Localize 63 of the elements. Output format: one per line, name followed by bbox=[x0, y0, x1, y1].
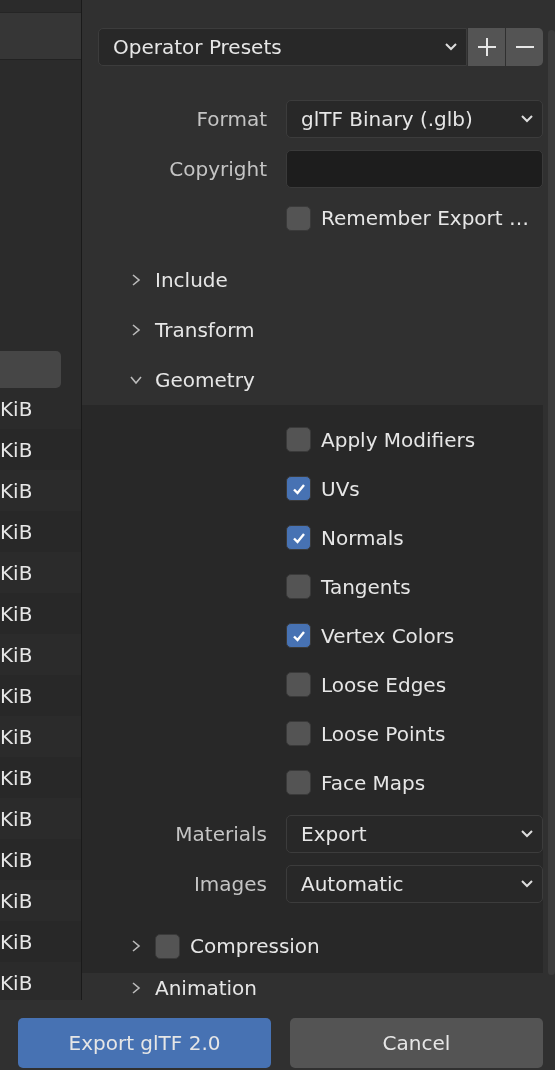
highlight-bar bbox=[0, 351, 61, 388]
section-header[interactable]: Include bbox=[82, 255, 543, 305]
minus-icon bbox=[514, 46, 535, 48]
field-label: Materials bbox=[174, 822, 268, 846]
dropdown[interactable]: Automatic bbox=[286, 865, 543, 903]
checkbox[interactable] bbox=[155, 933, 180, 959]
file-size: KiB bbox=[0, 601, 33, 626]
checkbox-label: Tangents bbox=[321, 574, 411, 599]
checkbox-label: Apply Modifiers bbox=[321, 427, 476, 452]
field-label: Copyright bbox=[168, 157, 268, 181]
checkbox[interactable] bbox=[286, 672, 311, 697]
file-size: KiB bbox=[0, 888, 33, 913]
checkbox-label: Loose Edges bbox=[321, 672, 447, 697]
file-size: KiB bbox=[0, 396, 33, 421]
checkbox[interactable] bbox=[286, 525, 311, 550]
file-size: KiB bbox=[0, 724, 33, 749]
section-header[interactable]: Transform bbox=[82, 305, 543, 355]
file-size: KiB bbox=[0, 642, 33, 667]
text-field[interactable] bbox=[286, 150, 543, 188]
add-preset-button[interactable] bbox=[468, 28, 505, 66]
checkbox[interactable] bbox=[286, 205, 311, 231]
file-size: KiB bbox=[0, 560, 33, 585]
file-size: KiB bbox=[0, 970, 33, 995]
chevron-icon bbox=[130, 274, 142, 286]
field-label: Images bbox=[192, 872, 268, 896]
export-button[interactable]: Export glTF 2.0 bbox=[18, 1018, 271, 1068]
checkbox[interactable] bbox=[286, 721, 311, 746]
file-size: KiB bbox=[0, 519, 33, 544]
checkbox[interactable] bbox=[286, 770, 311, 795]
checkbox-label: Face Maps bbox=[321, 770, 426, 795]
file-size: KiB bbox=[0, 765, 33, 790]
chevron-icon bbox=[130, 982, 142, 994]
section-header[interactable]: Animation bbox=[82, 973, 543, 1000]
checkbox-label: Loose Points bbox=[321, 721, 446, 746]
format-dropdown[interactable]: glTF Binary (.glb) bbox=[286, 100, 543, 138]
cancel-button[interactable]: Cancel bbox=[290, 1018, 543, 1068]
chevron-down-icon bbox=[520, 879, 534, 889]
chevron-icon bbox=[130, 940, 142, 952]
checkbox-label: UVs bbox=[321, 476, 360, 501]
remove-preset-button[interactable] bbox=[506, 28, 543, 66]
file-size: KiB bbox=[0, 437, 33, 462]
checkbox-label: Remember Export … bbox=[321, 206, 529, 230]
chevron-icon bbox=[130, 324, 142, 336]
file-size: KiB bbox=[0, 806, 33, 831]
field-label: Format bbox=[195, 107, 268, 131]
chevron-down-icon bbox=[520, 829, 534, 839]
plus-icon bbox=[476, 37, 497, 57]
chevron-down-icon bbox=[520, 114, 534, 124]
checkbox-label: Normals bbox=[321, 525, 404, 550]
checkbox[interactable] bbox=[286, 476, 311, 501]
checkbox[interactable] bbox=[286, 623, 311, 648]
checkbox[interactable] bbox=[286, 427, 311, 452]
presets-dropdown[interactable]: Operator Presets bbox=[98, 28, 467, 66]
file-size: KiB bbox=[0, 847, 33, 872]
checkbox-label: Vertex Colors bbox=[321, 623, 455, 648]
file-size: KiB bbox=[0, 683, 33, 708]
checkbox[interactable] bbox=[286, 574, 311, 599]
subsection-header[interactable]: Compression bbox=[82, 921, 543, 971]
chevron-down-icon bbox=[444, 42, 458, 52]
file-size: KiB bbox=[0, 929, 33, 954]
chevron-icon bbox=[130, 374, 142, 386]
file-size: KiB bbox=[0, 478, 33, 503]
dropdown[interactable]: Export bbox=[286, 815, 543, 853]
